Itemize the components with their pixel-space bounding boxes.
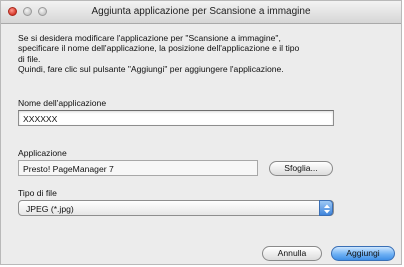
instructions-line: Quindi, fare clic sul pulsante "Aggiungi… [18, 64, 284, 75]
file-type-select[interactable]: JPEG (*.jpg) [18, 200, 334, 216]
instructions-text: Se si desidera modificare l'applicazione… [18, 33, 392, 75]
application-label: Applicazione [18, 148, 67, 158]
instructions-line: di file. [18, 53, 41, 64]
select-arrows-icon [319, 200, 333, 216]
application-path-field: Presto! PageManager 7 [18, 160, 258, 176]
add-button[interactable]: Aggiungi [331, 246, 395, 261]
app-name-label: Nome dell'applicazione [18, 98, 107, 108]
app-name-field[interactable]: XXXXXX [18, 110, 334, 126]
dialog-window: Aggiunta applicazione per Scansione a im… [0, 0, 402, 265]
instructions-line: Se si desidera modificare l'applicazione… [18, 33, 281, 43]
file-type-selected: JPEG (*.jpg) [26, 204, 74, 214]
file-type-label: Tipo di file [18, 188, 57, 198]
window-title: Aggiunta applicazione per Scansione a im… [91, 6, 311, 17]
instructions-line: specificare il nome dell'applicazione, l… [18, 43, 300, 54]
browse-button[interactable]: Sfoglia... [269, 161, 333, 176]
cancel-button[interactable]: Annulla [262, 246, 322, 261]
title-bar[interactable]: Aggiunta applicazione per Scansione a im… [1, 1, 401, 24]
